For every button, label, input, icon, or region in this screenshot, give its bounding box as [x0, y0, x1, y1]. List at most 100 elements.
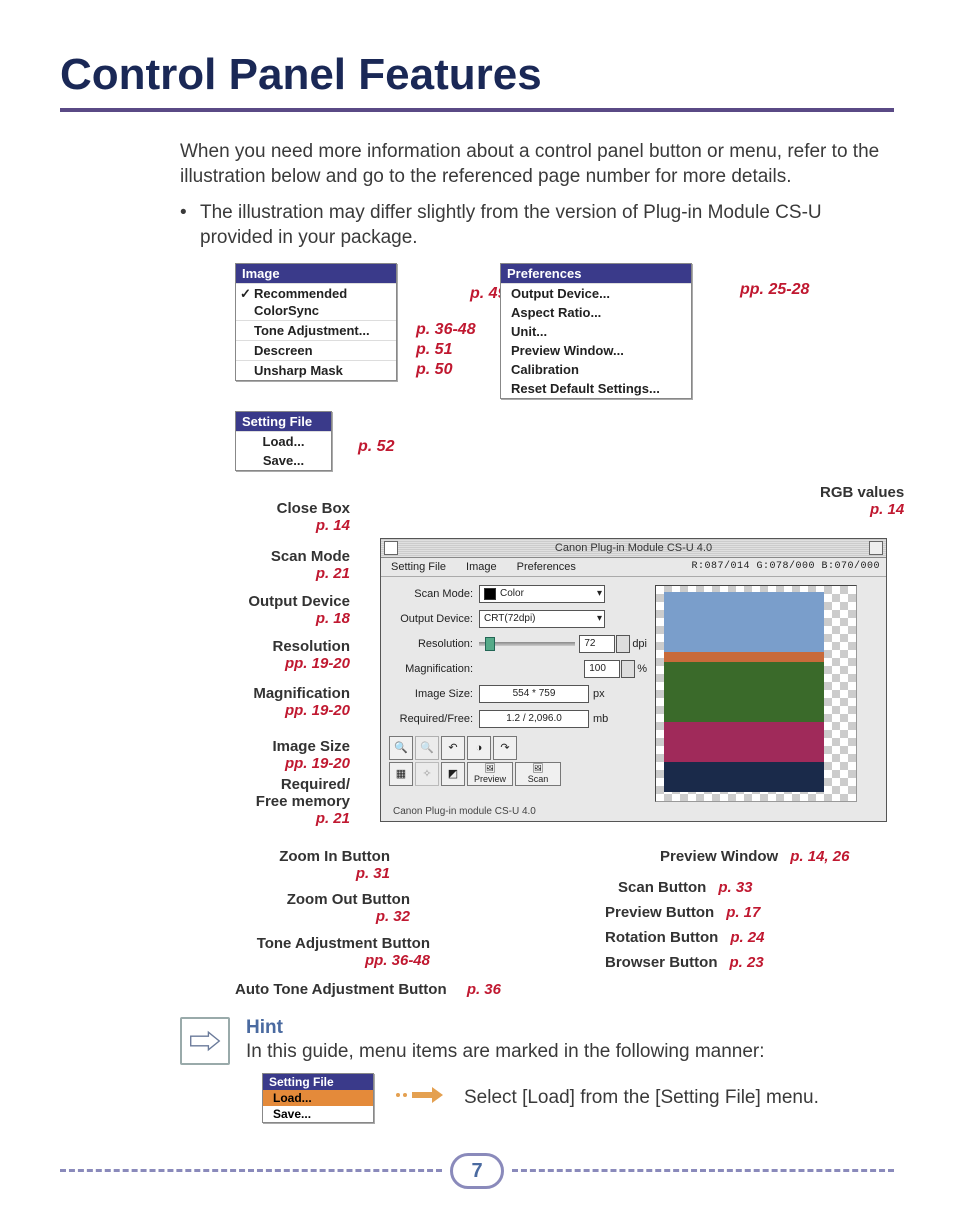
- label-tone-adjustment-button: Tone Adjustment Buttonpp. 36-48: [257, 935, 430, 969]
- preview-pane[interactable]: [655, 585, 857, 802]
- reqfree-unit: mb: [593, 713, 608, 725]
- menu-item-unit[interactable]: Unit...: [501, 322, 691, 341]
- browser-button[interactable]: ▦: [389, 762, 413, 786]
- label-magnification: Magnificationpp. 19-20: [253, 685, 350, 719]
- magnification-unit: %: [637, 663, 647, 675]
- zoom-in-button[interactable]: 🔍: [389, 736, 413, 760]
- resolution-unit: dpi: [632, 638, 647, 650]
- hint-mini-save[interactable]: Save...: [263, 1106, 373, 1122]
- menu-item-reset-defaults[interactable]: Reset Default Settings...: [501, 379, 691, 398]
- menu-item-recommended[interactable]: Recommended: [236, 283, 396, 303]
- hint-mini-menu: Setting File Load... Save...: [262, 1073, 374, 1123]
- menu-item-unsharp-mask[interactable]: Unsharp Mask: [236, 360, 396, 380]
- resolution-field[interactable]: 72: [579, 635, 615, 653]
- label-resolution: Resolutionpp. 19-20: [273, 638, 351, 672]
- tone-adjustment-button[interactable]: ◩: [441, 762, 465, 786]
- preview-image: [664, 592, 824, 792]
- preferences-menu-header: Preferences: [501, 264, 691, 283]
- label-zoom-in: Zoom In Buttonp. 31: [279, 848, 390, 882]
- magnification-label: Magnification:: [389, 663, 479, 675]
- auto-tone-button[interactable]: ✧: [415, 762, 439, 786]
- menu-item-preview-window[interactable]: Preview Window...: [501, 341, 691, 360]
- hint-description: In this guide, menu items are marked in …: [246, 1041, 765, 1063]
- app-titlebar: Canon Plug-in Module CS-U 4.0: [381, 539, 886, 558]
- zoom-out-button[interactable]: 🔍: [415, 736, 439, 760]
- label-required-free: Required/ Free memoryp. 21: [256, 776, 350, 827]
- image-menu-header: Image: [236, 264, 396, 283]
- arrow-icon: [394, 1086, 444, 1109]
- preview-button[interactable]: 🖼Preview: [467, 762, 513, 786]
- magnification-stepper[interactable]: [621, 660, 635, 678]
- scan-button[interactable]: 🖼Scan: [515, 762, 561, 786]
- label-scan-mode: Scan Modep. 21: [271, 548, 350, 582]
- hint-mini-load[interactable]: Load...: [263, 1090, 373, 1106]
- page-title: Control Panel Features: [60, 50, 894, 100]
- diagram: Image Recommended ColorSync Tone Adjustm…: [180, 263, 880, 1003]
- hint-icon: [180, 1017, 230, 1065]
- label-auto-tone-adjustment: Auto Tone Adjustment Button p. 36: [235, 981, 501, 998]
- footer: 7: [60, 1153, 894, 1189]
- magnification-field[interactable]: 100: [584, 660, 620, 678]
- hint-instruction: Select [Load] from the [Setting File] me…: [464, 1087, 819, 1109]
- label-rgb-values: RGB valuesp. 14: [820, 484, 904, 518]
- hint-block: Hint In this guide, menu items are marke…: [180, 1017, 894, 1065]
- image-size-field: 554 * 759: [479, 685, 589, 703]
- reqfree-label: Required/Free:: [389, 713, 479, 725]
- setting-file-menu: Setting File Load... Save...: [235, 411, 332, 471]
- output-device-select[interactable]: CRT(72dpi): [479, 610, 605, 628]
- scan-mode-label: Scan Mode:: [389, 588, 479, 600]
- bullet-note: • The illustration may differ slightly f…: [180, 201, 894, 250]
- label-rotation-button: Rotation Buttonp. 24: [605, 929, 765, 946]
- menu-item-descreen[interactable]: Descreen: [236, 340, 396, 360]
- image-size-unit: px: [593, 688, 605, 700]
- resolution-stepper[interactable]: [616, 635, 630, 653]
- hint-example-row: Setting File Load... Save... Select [Loa…: [180, 1073, 894, 1123]
- page-ref: p. 36-48: [416, 321, 476, 339]
- menu-item-tone-adjustment[interactable]: Tone Adjustment...: [236, 320, 396, 340]
- menu-item-colorsync[interactable]: ColorSync: [236, 303, 396, 320]
- page-ref: p. 51: [416, 341, 452, 359]
- rotate-left-button[interactable]: ↶: [441, 736, 465, 760]
- close-box-icon[interactable]: [384, 541, 398, 555]
- label-close-box: Close Boxp. 14: [277, 500, 350, 534]
- label-output-device: Output Devicep. 18: [248, 593, 350, 627]
- menu-item-aspect-ratio[interactable]: Aspect Ratio...: [501, 303, 691, 322]
- hint-mini-header: Setting File: [263, 1074, 373, 1090]
- label-image-size: Image Sizepp. 19-20: [272, 738, 350, 772]
- label-browser-button: Browser Buttonp. 23: [605, 954, 764, 971]
- rotate-right-button[interactable]: ↷: [493, 736, 517, 760]
- menu-item-calibration[interactable]: Calibration: [501, 360, 691, 379]
- label-preview-button: Preview Buttonp. 17: [605, 904, 760, 921]
- menubar-preferences[interactable]: Preferences: [507, 561, 586, 573]
- horizontal-rule: [60, 108, 894, 112]
- output-device-label: Output Device:: [389, 613, 479, 625]
- menu-item-save[interactable]: Save...: [236, 451, 331, 470]
- page-number: 7: [450, 1153, 504, 1189]
- page-ref: p. 50: [416, 361, 452, 379]
- intro-paragraph: When you need more information about a c…: [180, 140, 894, 189]
- collapse-box-icon[interactable]: [869, 541, 883, 555]
- label-preview-window: Preview Windowp. 14, 26: [660, 848, 849, 865]
- hint-title: Hint: [246, 1017, 765, 1039]
- menubar-setting-file[interactable]: Setting File: [381, 561, 456, 573]
- page-ref: p. 52: [358, 438, 394, 456]
- rotate-button[interactable]: ◑: [467, 736, 491, 760]
- app-window: Canon Plug-in Module CS-U 4.0 Setting Fi…: [380, 538, 887, 822]
- menubar-image[interactable]: Image: [456, 561, 507, 573]
- menu-item-output-device[interactable]: Output Device...: [501, 283, 691, 303]
- image-menu: Image Recommended ColorSync Tone Adjustm…: [235, 263, 397, 381]
- label-scan-button: Scan Buttonp. 33: [618, 879, 753, 896]
- setting-file-menu-header: Setting File: [236, 412, 331, 431]
- scan-mode-select[interactable]: Color: [479, 585, 605, 603]
- rgb-readout: R:087/014 G:078/000 B:070/000: [681, 561, 886, 572]
- status-bar: Canon Plug-in module CS-U 4.0: [387, 804, 542, 819]
- app-menubar: Setting File Image Preferences R:087/014…: [381, 558, 886, 577]
- label-zoom-out: Zoom Out Buttonp. 32: [287, 891, 410, 925]
- app-title: Canon Plug-in Module CS-U 4.0: [555, 542, 712, 554]
- resolution-slider[interactable]: [479, 642, 575, 646]
- menu-item-load[interactable]: Load...: [236, 431, 331, 451]
- reqfree-field: 1.2 / 2,096.0: [479, 710, 589, 728]
- page-ref: pp. 25-28: [740, 281, 809, 299]
- resolution-label: Resolution:: [389, 638, 479, 650]
- image-size-label: Image Size:: [389, 688, 479, 700]
